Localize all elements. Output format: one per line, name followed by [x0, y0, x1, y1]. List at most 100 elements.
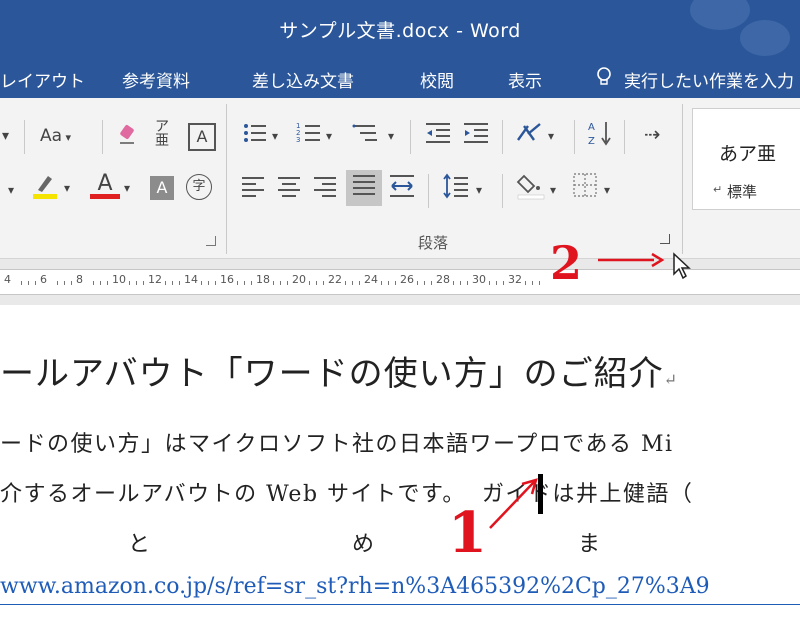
ruler-tick	[359, 281, 360, 285]
ruler-number: 20	[292, 273, 306, 286]
show-formatting-marks-icon[interactable]: ⇢	[644, 122, 661, 146]
align-right-icon[interactable]	[312, 174, 338, 207]
step-2-arrow-icon	[598, 252, 665, 268]
chevron-down-icon[interactable]: ▾	[476, 178, 482, 202]
shading-bucket-icon[interactable]	[516, 170, 546, 207]
ruler-tick	[388, 281, 389, 285]
body-line-2: 介するオールアバウトの Web サイトです。 ガイドは井上健語（	[0, 476, 693, 508]
multilevel-list-icon[interactable]	[352, 120, 380, 153]
document-heading: ールアバウト「ワードの使い方」のご紹介↵	[0, 346, 678, 395]
asian-layout-icon[interactable]	[514, 120, 544, 153]
ruler-tick	[424, 281, 425, 285]
clear-formatting-icon[interactable]	[116, 122, 140, 153]
enclose-characters-icon[interactable]: 字	[186, 174, 212, 200]
spaced-char: と	[128, 532, 151, 557]
style-normal-tile[interactable]: あア亜 ↵ 標準	[692, 108, 800, 210]
ruler-tick	[172, 281, 173, 285]
ruler-tick	[28, 281, 29, 285]
change-case-label: Aa	[40, 126, 63, 146]
chevron-down-icon[interactable]: ▾	[548, 124, 554, 148]
link-underline	[0, 604, 800, 605]
amazon-link[interactable]: www.amazon.co.jp/s/ref=sr_st?rh=n%3A4653…	[0, 574, 710, 599]
ruler-tick	[489, 281, 490, 285]
numbering-icon[interactable]: 123	[296, 120, 322, 153]
increase-indent-icon[interactable]	[462, 120, 490, 153]
ruler-tick	[287, 281, 288, 285]
ruler-tick	[244, 281, 245, 285]
align-left-icon[interactable]	[240, 174, 266, 207]
enclose-label: 字	[192, 179, 206, 194]
ruler-tick	[417, 281, 418, 285]
ruler-tick	[35, 281, 36, 285]
document-page[interactable]: ールアバウト「ワードの使い方」のご紹介↵ ードの使い方」はマイクロソフト社の日本…	[0, 306, 800, 622]
ruler-number: 28	[436, 273, 450, 286]
svg-text:Z: Z	[588, 136, 595, 147]
sort-icon[interactable]: AZ	[588, 118, 614, 155]
ruler-number: 18	[256, 273, 270, 286]
chevron-down-icon[interactable]: ▾	[8, 178, 14, 202]
font-dialog-launcher-icon[interactable]	[206, 236, 216, 246]
phonetic-guide-icon[interactable]: ア亜	[152, 120, 172, 148]
chevron-down-icon[interactable]: ▾	[550, 178, 556, 202]
ruler-tick	[107, 281, 108, 285]
separator	[502, 174, 503, 208]
character-shading-icon[interactable]: A	[150, 176, 174, 200]
ruler-tick	[395, 281, 396, 285]
chevron-down-icon[interactable]: ▾	[124, 176, 130, 200]
line-spacing-icon[interactable]	[442, 172, 470, 207]
ruler-tick	[143, 281, 144, 285]
ruler-number: 24	[364, 273, 378, 286]
align-center-icon[interactable]	[276, 174, 302, 207]
chevron-down-icon[interactable]: ▾	[64, 176, 70, 200]
step-1-label: 1	[448, 500, 487, 566]
ruler-number: 30	[472, 273, 486, 286]
tell-me-search[interactable]: 実行したい作業を入力	[624, 67, 794, 92]
change-case-button[interactable]: Aa ▾	[40, 124, 71, 150]
borders-icon[interactable]	[572, 172, 598, 205]
tab-review[interactable]: 校閲	[420, 67, 454, 92]
spaced-char: め	[352, 532, 375, 557]
chevron-down-icon[interactable]: ▾	[272, 124, 278, 148]
ruler-tick	[215, 281, 216, 285]
justify-icon[interactable]	[346, 170, 382, 206]
ruler-tick	[129, 281, 130, 285]
chevron-down-icon[interactable]: ▾	[326, 124, 332, 148]
svg-text:A: A	[588, 122, 595, 133]
ruler-tick	[251, 281, 252, 285]
paragraph-mark-icon: ↵	[713, 183, 723, 196]
tab-mailings[interactable]: 差し込み文書	[252, 67, 354, 92]
separator	[574, 120, 575, 154]
ruler-number: 32	[508, 273, 522, 286]
ruler-number: 4	[4, 273, 11, 286]
ruler-number: 26	[400, 273, 414, 286]
tab-layout[interactable]: レイアウト	[0, 67, 85, 92]
window-title: サンプル文書.docx - Word	[279, 20, 521, 42]
ruler-tick	[467, 281, 468, 285]
paragraph-dialog-launcher-icon[interactable]	[660, 234, 670, 244]
ruler-tick	[280, 281, 281, 285]
decrease-indent-icon[interactable]	[424, 120, 452, 153]
tab-view[interactable]: 表示	[508, 67, 542, 92]
chevron-down-icon[interactable]: ▾	[604, 178, 610, 202]
title-bar: サンプル文書.docx - Word	[0, 0, 800, 62]
ruler-tick	[453, 281, 454, 285]
tab-references[interactable]: 参考資料	[122, 67, 190, 92]
highlight-color-icon[interactable]	[30, 170, 60, 207]
character-border-icon[interactable]: A	[188, 123, 216, 151]
paragraph-mark-icon: ↵	[663, 370, 679, 389]
paragraph-group-label: 段落	[418, 234, 449, 252]
chevron-down-icon[interactable]: ▾	[388, 124, 394, 148]
ruler-tick	[316, 281, 317, 285]
font-color-icon[interactable]: A	[90, 172, 120, 199]
ruler-tick	[201, 281, 202, 285]
ruler-number: 8	[76, 273, 83, 286]
bullets-icon[interactable]	[242, 120, 268, 153]
ruler-number: 14	[184, 273, 198, 286]
separator	[24, 120, 25, 154]
ruler-tick	[21, 281, 22, 285]
chevron-left-icon[interactable]: ▾	[2, 124, 9, 148]
ruler-tick	[93, 281, 94, 285]
ruler-tick	[345, 281, 346, 285]
distributed-icon[interactable]	[388, 172, 416, 207]
ruler-tick	[57, 281, 58, 285]
